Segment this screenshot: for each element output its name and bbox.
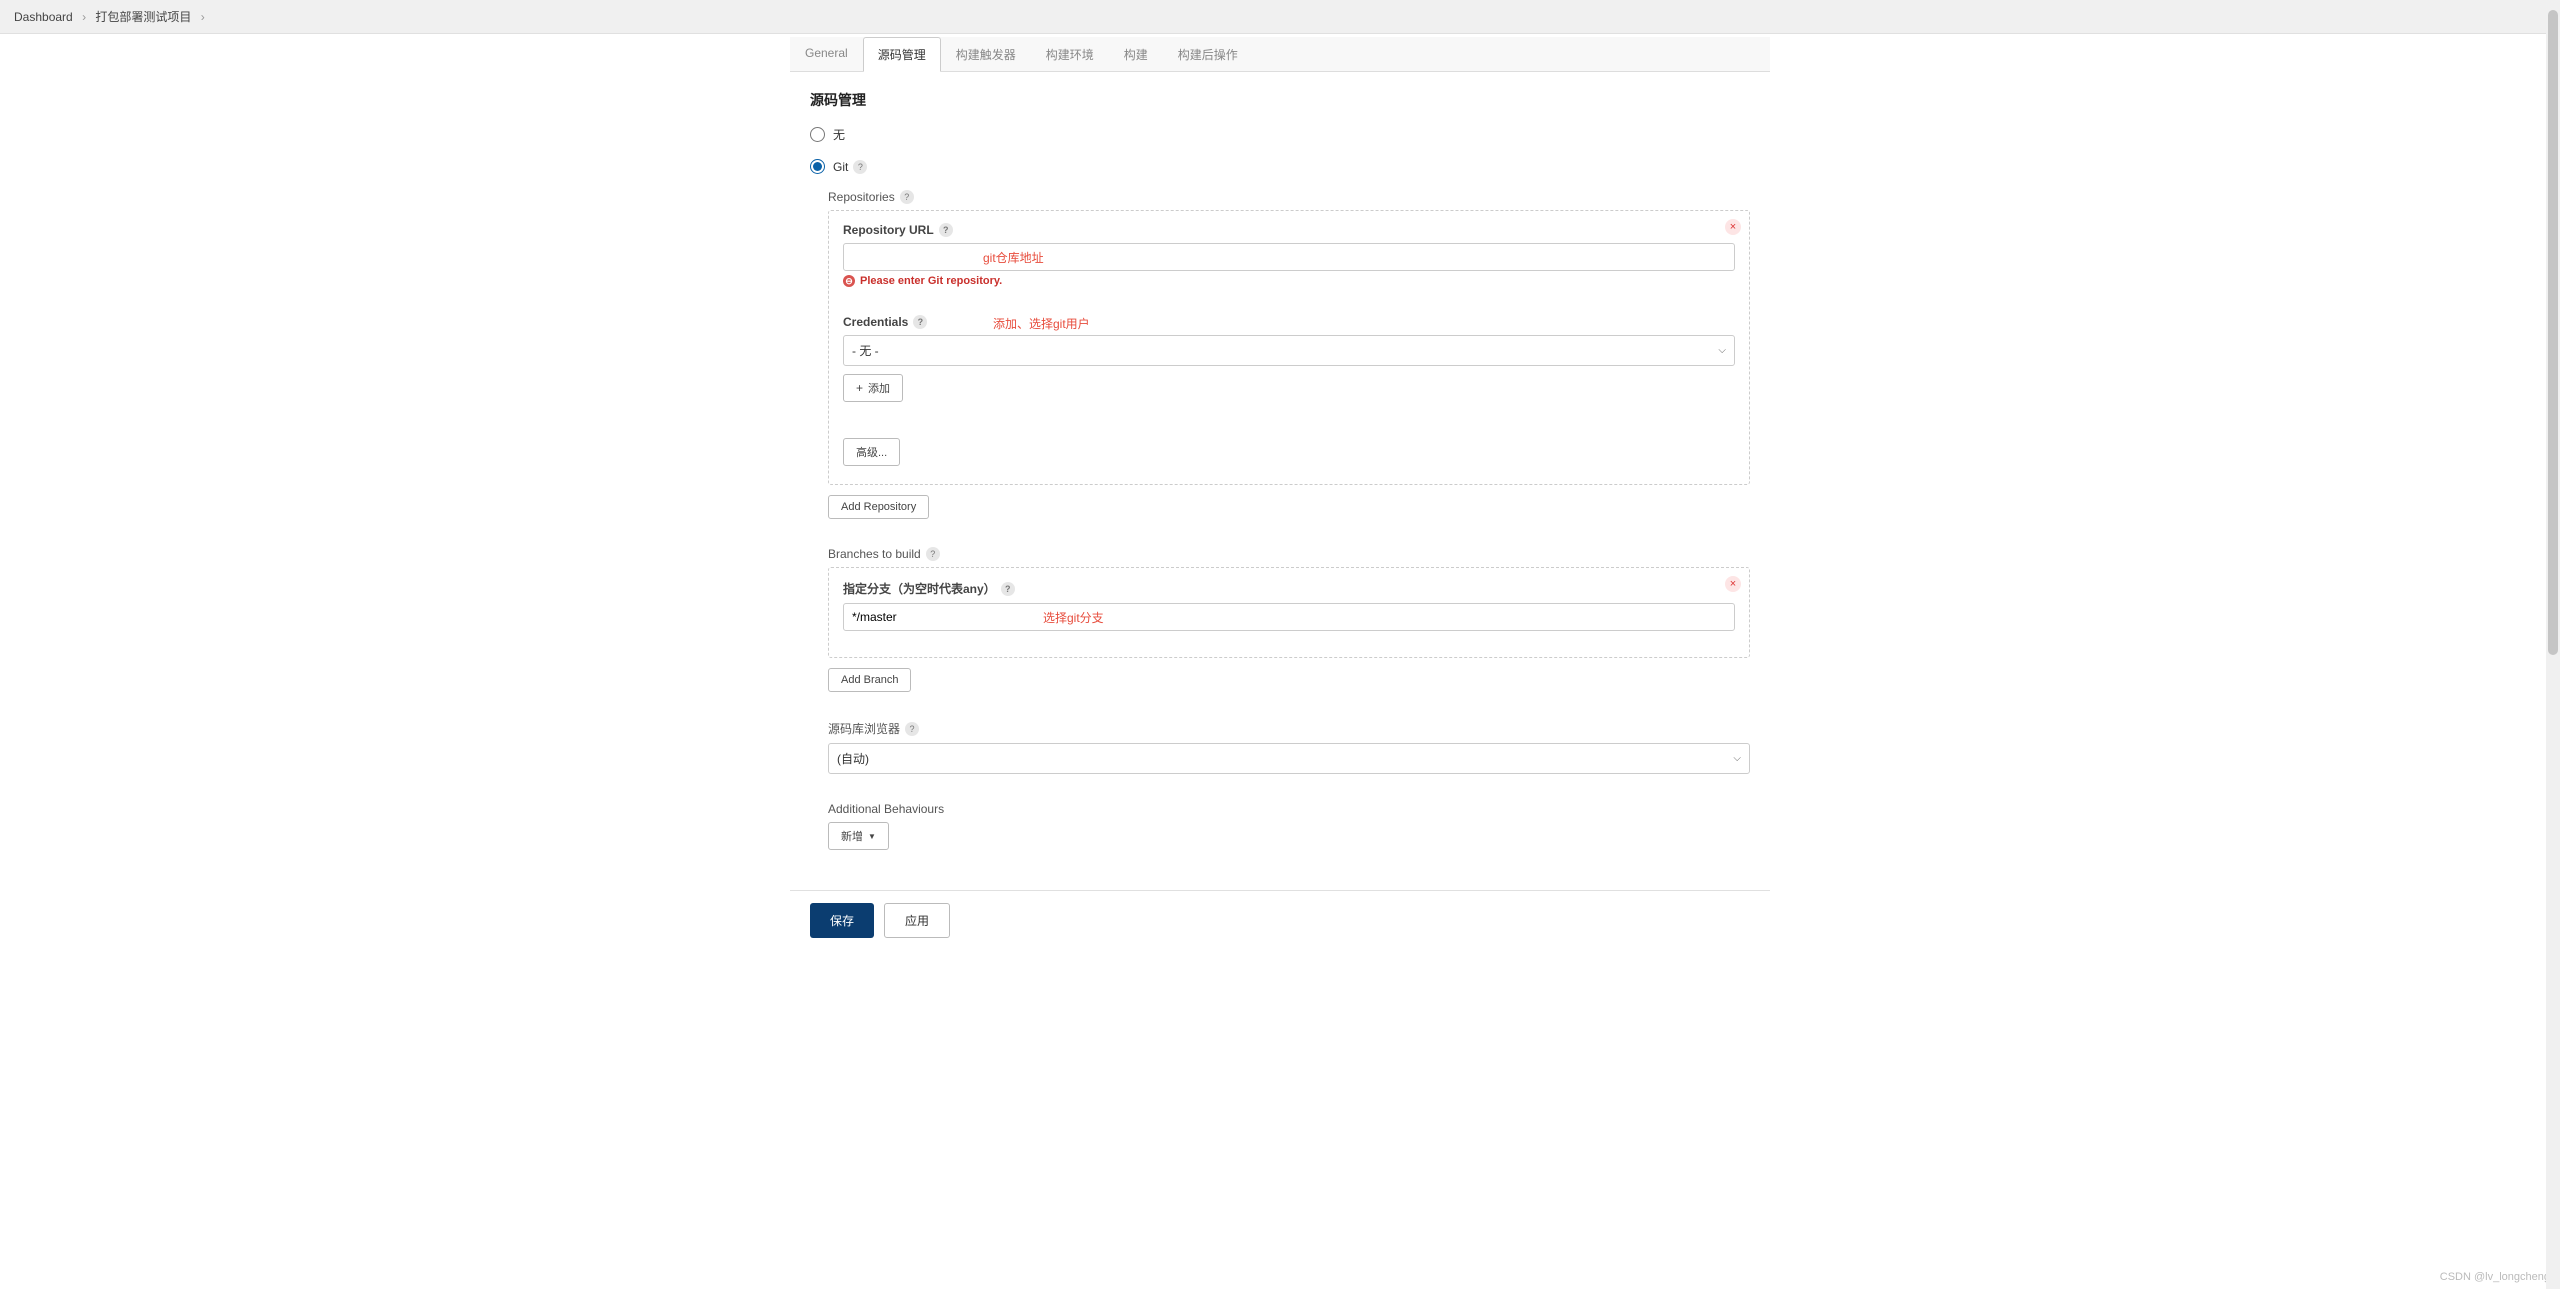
behaviours-label: Additional Behaviours: [828, 802, 944, 816]
repo-url-label: Repository URL: [843, 223, 934, 237]
section-title-scm: 源码管理: [810, 90, 1750, 110]
advanced-button[interactable]: 高级...: [843, 438, 900, 466]
tab-build[interactable]: 构建: [1109, 37, 1163, 72]
help-icon[interactable]: ?: [926, 547, 940, 561]
tab-general[interactable]: General: [790, 37, 863, 72]
add-repository-button[interactable]: Add Repository: [828, 495, 929, 519]
branches-label: Branches to build: [828, 547, 921, 561]
branch-spec-label: 指定分支（为空时代表any）: [843, 580, 996, 597]
breadcrumb-item-project[interactable]: 打包部署测试项目: [95, 10, 191, 24]
tab-post[interactable]: 构建后操作: [1163, 37, 1253, 72]
add-behaviour-button[interactable]: 新增 ▼: [828, 822, 889, 850]
add-branch-button[interactable]: Add Branch: [828, 668, 911, 692]
radio-none-label[interactable]: 无: [833, 126, 845, 143]
radio-git[interactable]: [810, 159, 825, 174]
plus-icon: +: [856, 381, 863, 395]
apply-button[interactable]: 应用: [884, 903, 950, 938]
repo-url-input[interactable]: [843, 243, 1735, 271]
help-icon[interactable]: ?: [1001, 582, 1015, 596]
branch-block: × 指定分支（为空时代表any） ? 选择git分支: [828, 567, 1750, 658]
add-credentials-button[interactable]: + 添加: [843, 374, 903, 402]
footer-actions: 保存 应用: [790, 890, 1770, 950]
repo-browser-value: (自动): [837, 750, 869, 767]
help-icon[interactable]: ?: [900, 190, 914, 204]
credentials-label: Credentials: [843, 315, 908, 329]
caret-down-icon: ▼: [868, 832, 876, 841]
help-icon[interactable]: ?: [853, 160, 867, 174]
repo-browser-label: 源码库浏览器: [828, 720, 900, 737]
breadcrumb: Dashboard › 打包部署测试项目 ›: [0, 0, 2560, 34]
credentials-value: - 无 -: [852, 342, 879, 359]
repo-url-error: Please enter Git repository.: [860, 275, 1002, 287]
config-tabs: General 源码管理 构建触发器 构建环境 构建 构建后操作: [790, 37, 1770, 72]
credentials-select[interactable]: - 无 - ⌵: [843, 335, 1735, 366]
chevron-down-icon: ⌵: [1733, 753, 1741, 764]
tab-env[interactable]: 构建环境: [1031, 37, 1109, 72]
help-icon[interactable]: ?: [905, 722, 919, 736]
radio-none[interactable]: [810, 127, 825, 142]
error-icon: ⊖: [843, 275, 855, 287]
tab-triggers[interactable]: 构建触发器: [941, 37, 1031, 72]
help-icon[interactable]: ?: [939, 223, 953, 237]
scrollbar-track[interactable]: [2546, 0, 2560, 1289]
help-icon[interactable]: ?: [913, 315, 927, 329]
breadcrumb-item-dashboard[interactable]: Dashboard: [14, 10, 73, 24]
chevron-down-icon: ⌵: [1718, 345, 1726, 356]
chevron-right-icon: ›: [201, 10, 205, 24]
save-button[interactable]: 保存: [810, 903, 874, 938]
repo-browser-select[interactable]: (自动) ⌵: [828, 743, 1750, 774]
close-icon[interactable]: ×: [1725, 576, 1741, 592]
watermark: CSDN @lv_longcheng: [2440, 1271, 2550, 1283]
chevron-right-icon: ›: [82, 10, 86, 24]
repositories-label: Repositories: [828, 190, 895, 204]
repository-block: × Repository URL ? git仓库地址 ⊖: [828, 210, 1750, 485]
tab-scm[interactable]: 源码管理: [863, 37, 941, 72]
radio-git-label[interactable]: Git: [833, 160, 848, 174]
branch-input[interactable]: [843, 603, 1735, 631]
scrollbar-thumb[interactable]: [2548, 10, 2558, 655]
